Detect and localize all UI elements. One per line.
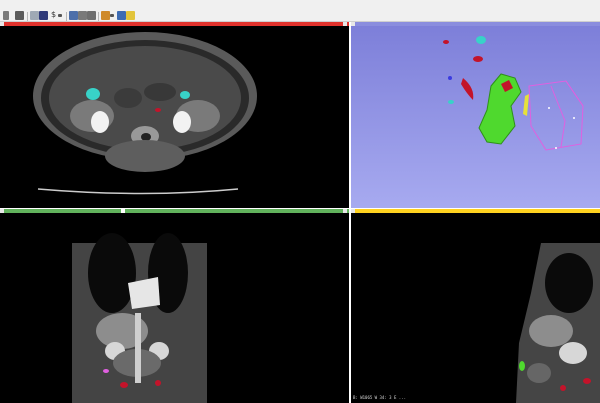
save-icon[interactable] xyxy=(30,11,39,20)
chevron-down-icon[interactable] xyxy=(110,14,114,17)
toolbar-separator xyxy=(27,12,28,21)
yellow-slice-view[interactable]: B: W1065 W 34: 3 E ... xyxy=(351,209,600,403)
3d-segmentation-render xyxy=(443,36,584,151)
mouse-mode-icon[interactable] xyxy=(39,11,48,20)
coronal-ct-render xyxy=(72,233,207,403)
axial-slice-image[interactable] xyxy=(0,26,349,208)
slice-info-text: B: W1065 W 34: 3 E ... xyxy=(353,395,406,400)
data-module-icon[interactable] xyxy=(15,11,24,20)
3d-render-area[interactable] xyxy=(351,26,600,208)
chevron-down-icon[interactable] xyxy=(58,14,62,17)
python-icon[interactable] xyxy=(126,11,135,20)
extensions-icon[interactable] xyxy=(117,11,126,20)
3d-view[interactable] xyxy=(351,22,600,208)
ruler-icon[interactable] xyxy=(101,11,110,20)
back-icon[interactable] xyxy=(3,11,9,20)
green-slice-view[interactable] xyxy=(0,209,349,403)
toolbar-separator xyxy=(66,12,67,21)
axial-ct-render xyxy=(33,32,257,195)
camera-icon[interactable] xyxy=(78,11,87,20)
layout-icon[interactable] xyxy=(69,11,78,20)
crosshair-icon[interactable] xyxy=(87,11,96,20)
toolbar-separator xyxy=(98,12,99,21)
red-slice-view[interactable] xyxy=(0,22,349,208)
zoom-indicator[interactable]: $ xyxy=(51,10,56,20)
sagittal-slice-image[interactable]: B: W1065 W 34: 3 E ... xyxy=(351,213,600,403)
main-toolbar: $ xyxy=(0,0,600,22)
sagittal-ct-render xyxy=(516,243,600,403)
coronal-slice-image[interactable] xyxy=(0,213,349,403)
